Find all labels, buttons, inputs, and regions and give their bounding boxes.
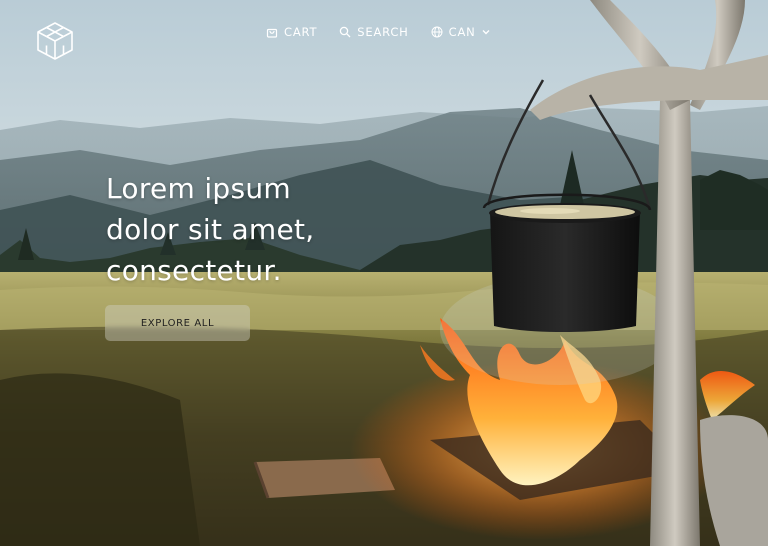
hero-headline: Lorem ipsum dolor sit amet, consectetur. [106, 168, 406, 291]
nav-cart-label: CART [284, 25, 318, 39]
top-navigation: CART SEARCH CAN [266, 25, 490, 39]
nav-search-label: SEARCH [357, 25, 409, 39]
search-icon [340, 26, 351, 38]
nav-region-label: CAN [448, 25, 476, 39]
bag-icon [266, 28, 278, 38]
globe-icon [431, 26, 443, 38]
hero-headline-line-1: Lorem ipsum [106, 172, 291, 205]
nav-search[interactable]: SEARCH [339, 25, 408, 39]
nav-region-selector[interactable]: CAN [431, 25, 490, 39]
explore-all-button[interactable]: EXPLORE ALL [105, 305, 250, 341]
hero-section: CART SEARCH CAN Lorem ipsum dolor sit am… [0, 0, 768, 546]
hero-headline-line-2: dolor sit amet, [106, 213, 315, 246]
hero-headline-line-3: consectetur. [106, 254, 282, 287]
nav-cart[interactable]: CART [266, 25, 317, 39]
cube-logo-icon[interactable] [36, 21, 74, 61]
chevron-down-icon [482, 30, 490, 35]
